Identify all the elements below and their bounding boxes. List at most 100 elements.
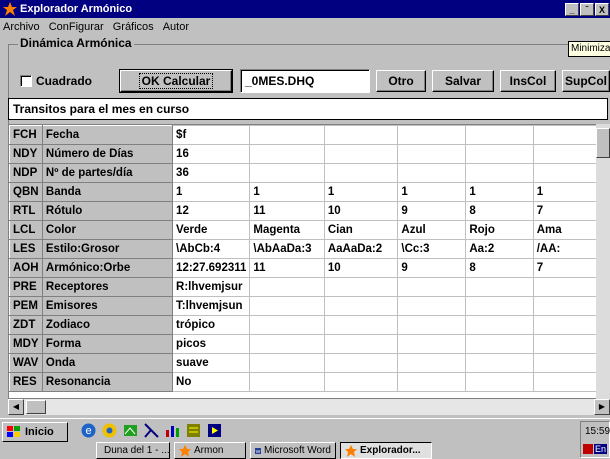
scroll-left-icon[interactable]: ◀ — [8, 399, 24, 415]
grid-cell[interactable]: Verde — [172, 220, 251, 240]
grid-cell[interactable]: 8 — [465, 258, 534, 278]
row-label[interactable]: Armónico:Orbe — [41, 258, 174, 278]
grid-cell[interactable] — [397, 277, 467, 297]
task-armon[interactable]: Armon — [174, 442, 246, 459]
row-label[interactable]: Receptores — [41, 277, 174, 297]
chart-icon[interactable] — [164, 422, 181, 439]
row-label[interactable]: Rótulo — [41, 201, 174, 221]
grid-cell[interactable] — [465, 372, 534, 392]
row-code[interactable]: QBN — [9, 182, 43, 202]
row-code[interactable]: RTL — [9, 201, 43, 221]
grid-cell[interactable] — [249, 315, 325, 335]
grid-cell[interactable]: Aa:2 — [465, 239, 534, 259]
grid-cell[interactable]: 1 — [397, 182, 467, 202]
grid-cell[interactable]: \AbCb:4 — [172, 239, 251, 259]
grid-cell[interactable] — [323, 144, 399, 164]
grid-cell[interactable] — [532, 277, 601, 297]
grid-cell[interactable] — [249, 353, 325, 373]
grid-cell[interactable]: R:lhvemjsur — [172, 277, 251, 297]
grid-cell[interactable] — [465, 334, 534, 354]
grid-cell[interactable]: 7 — [532, 258, 601, 278]
row-code[interactable]: WAV — [9, 353, 43, 373]
grid-cell[interactable] — [249, 296, 325, 316]
desktop-icon[interactable] — [122, 422, 139, 439]
vertical-scrollbar[interactable] — [596, 124, 610, 399]
row-label[interactable]: Resonancia — [41, 372, 174, 392]
row-label[interactable]: Emisores — [41, 296, 174, 316]
grid-cell[interactable]: Ama — [532, 220, 601, 240]
grid-cell[interactable] — [323, 334, 399, 354]
grid-cell[interactable] — [249, 277, 325, 297]
row-code[interactable]: PRE — [9, 277, 43, 297]
supcol-button[interactable]: SupCol — [562, 70, 610, 92]
grid-cell[interactable] — [249, 144, 325, 164]
grid-cell[interactable] — [323, 277, 399, 297]
grid-cell[interactable] — [532, 125, 601, 145]
grid-cell[interactable] — [465, 315, 534, 335]
grid-cell[interactable] — [532, 372, 601, 392]
row-code[interactable]: LES — [9, 239, 43, 259]
row-label[interactable]: Zodiaco — [41, 315, 174, 335]
grid-cell[interactable]: 1 — [323, 182, 399, 202]
cuadrado-checkbox[interactable]: Cuadrado — [20, 74, 92, 88]
grid-cell[interactable]: /AA: — [532, 239, 601, 259]
transit-description-field[interactable]: Transitos para el mes en curso — [8, 98, 608, 120]
menu-graficos[interactable]: Gráficos — [113, 21, 154, 33]
grid-cell[interactable] — [397, 163, 467, 183]
grid-cell[interactable] — [249, 372, 325, 392]
row-code[interactable]: RES — [9, 372, 43, 392]
inscol-button[interactable]: InsCol — [500, 70, 556, 92]
grid-cell[interactable]: 10 — [323, 201, 399, 221]
grid-cell[interactable] — [397, 334, 467, 354]
grid-cell[interactable]: 9 — [397, 258, 467, 278]
grid-cell[interactable] — [323, 372, 399, 392]
grid-cell[interactable] — [249, 334, 325, 354]
horizontal-scroll-thumb[interactable] — [26, 400, 46, 414]
grid-cell[interactable]: 11 — [249, 201, 325, 221]
grid-cell[interactable]: Cian — [323, 220, 399, 240]
grid-cell[interactable]: 12 — [172, 201, 251, 221]
data-grid[interactable]: FCH Fecha $f NDY Número de Días 16 NDP Nº de pa… — [8, 124, 602, 399]
ok-calcular-button[interactable]: OK Calcular — [119, 69, 233, 93]
grid-cell[interactable] — [323, 353, 399, 373]
grid-cell[interactable] — [532, 163, 601, 183]
grid-cell[interactable]: \Cc:3 — [397, 239, 467, 259]
media-icon[interactable] — [206, 422, 223, 439]
channel-icon[interactable] — [143, 422, 160, 439]
row-code[interactable]: PEM — [9, 296, 43, 316]
row-code[interactable]: FCH — [9, 125, 43, 145]
grid-cell[interactable]: suave — [172, 353, 251, 373]
checkbox-box[interactable] — [20, 75, 32, 87]
grid-cell[interactable]: 1 — [532, 182, 601, 202]
row-code[interactable]: ZDT — [9, 315, 43, 335]
start-button[interactable]: Inicio — [2, 422, 68, 442]
grid-cell[interactable]: 36 — [172, 163, 251, 183]
grid-cell[interactable] — [397, 144, 467, 164]
grid-cell[interactable] — [323, 296, 399, 316]
grid-cell[interactable] — [532, 144, 601, 164]
grid-cell[interactable] — [397, 296, 467, 316]
grid-cell[interactable] — [465, 277, 534, 297]
file-name-field[interactable]: _0MES.DHQ — [240, 69, 370, 93]
row-label[interactable]: Forma — [41, 334, 174, 354]
grid-cell[interactable]: No — [172, 372, 251, 392]
minimize-button[interactable]: _ — [565, 2, 579, 16]
horizontal-scrollbar[interactable]: ◀ ▶ — [8, 399, 610, 415]
grid-cell[interactable] — [397, 372, 467, 392]
scroll-right-icon[interactable]: ▶ — [594, 399, 610, 415]
task-duna[interactable]: Duna del 1 - ... — [96, 442, 170, 459]
grid-cell[interactable]: T:lhvemjsun — [172, 296, 251, 316]
grid-cell[interactable] — [465, 353, 534, 373]
grid-cell[interactable]: 1 — [172, 182, 251, 202]
grid-cell[interactable]: 16 — [172, 144, 251, 164]
grid-cell[interactable] — [465, 163, 534, 183]
grid-cell[interactable]: 9 — [397, 201, 467, 221]
grid-cell[interactable] — [465, 144, 534, 164]
grid-cell[interactable]: trópico — [172, 315, 251, 335]
grid-cell[interactable]: Magenta — [249, 220, 325, 240]
row-label[interactable]: Nº de partes/día — [41, 163, 174, 183]
row-code[interactable]: NDP — [9, 163, 43, 183]
menu-configurar[interactable]: ConFigurar — [49, 21, 104, 33]
grid-cell[interactable] — [397, 315, 467, 335]
salvar-button[interactable]: Salvar — [432, 70, 494, 92]
